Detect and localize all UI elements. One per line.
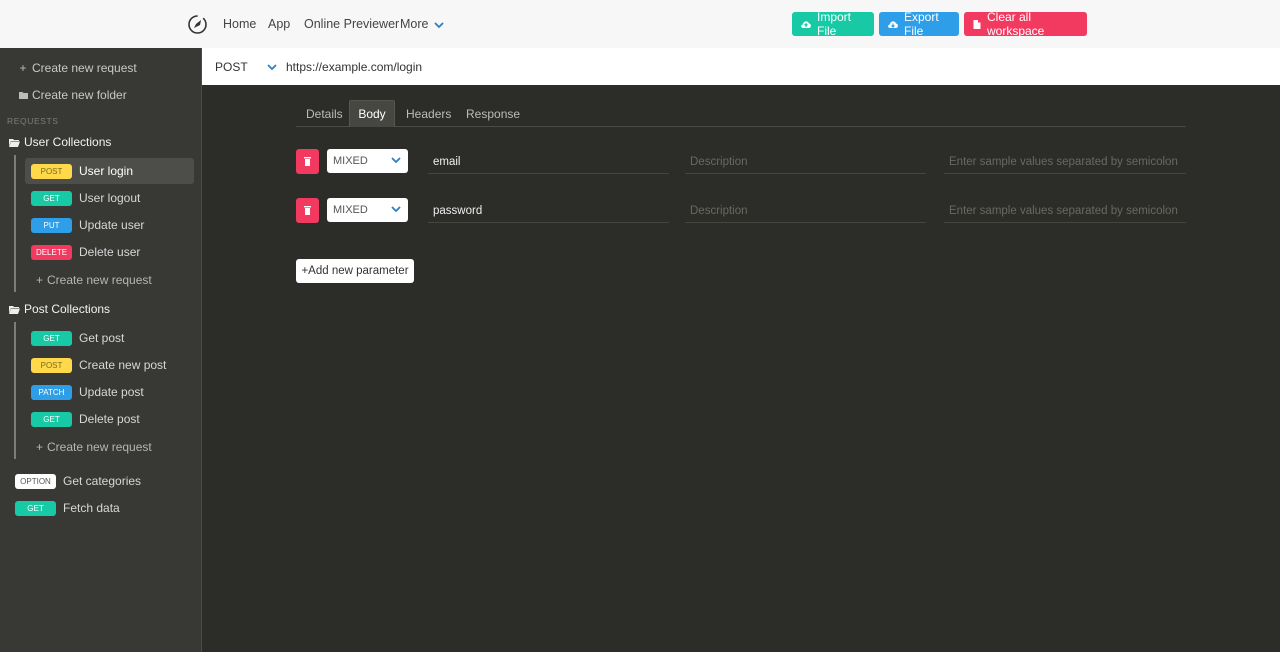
url-input[interactable] [286,57,1186,77]
cloud-download-icon [887,19,899,29]
collection-title: User Collections [24,135,111,149]
request-tabs: Details Body Headers Response [296,100,1186,127]
method-badge: GET [31,331,72,346]
trash-icon [304,203,311,218]
request-item-get-post[interactable]: GET Get post [25,325,194,351]
collection-create-request-label: Create new request [47,440,152,454]
request-item-update-user[interactable]: PUT Update user [25,212,194,238]
method-badge: PATCH [31,385,72,400]
method-badge: OPTION [15,474,56,489]
tab-response[interactable]: Response [466,100,520,127]
param-sample-values-field[interactable]: Enter sample values separated by semicol… [944,150,1186,174]
request-item-fetch-data[interactable]: GET Fetch data [15,499,120,517]
method-select[interactable]: POST [215,58,277,76]
nav-app-link[interactable]: App [268,17,290,31]
collection-tree-line [14,155,16,292]
param-name-field[interactable]: password [428,199,669,223]
param-type-select[interactable]: MIXED [327,149,408,173]
collection-user[interactable]: User Collections [9,135,111,149]
nav-online-previewer-link[interactable]: Online Previewer [304,17,399,31]
clear-workspace-label: Clear all workspace [987,10,1079,38]
request-item-update-post[interactable]: PATCH Update post [25,379,194,405]
request-item-get-categories[interactable]: OPTION Get categories [15,472,141,490]
chevron-down-icon [391,155,401,167]
method-badge: POST [31,358,72,373]
import-file-button[interactable]: Import File [792,12,874,36]
method-badge: POST [31,164,72,179]
request-name: Delete post [79,412,140,426]
main-panel: Details Body Headers Response MIXED emai… [202,85,1280,652]
tab-details[interactable]: Details [306,100,343,127]
sidebar: + Create new request Create new folder R… [0,48,202,652]
method-select-value: POST [215,60,248,74]
plus-icon: + [19,61,27,75]
collection-tree-line [14,322,16,459]
add-parameter-button[interactable]: +Add new parameter [296,259,414,283]
request-item-delete-post[interactable]: GET Delete post [25,406,194,432]
request-item-delete-user[interactable]: DELETE Delete user [25,239,194,265]
request-item-create-post[interactable]: POST Create new post [25,352,194,378]
folder-open-icon [9,138,20,147]
request-name: Get post [79,331,124,345]
request-name: Fetch data [63,501,120,515]
nav-more-label: More [400,17,428,31]
folder-plus-icon [19,88,27,102]
method-badge: GET [31,412,72,427]
tab-body[interactable]: Body [349,100,395,127]
request-name: User login [79,164,133,178]
param-type-select[interactable]: MIXED [327,198,408,222]
param-description-field[interactable]: Description [685,150,926,174]
collection-title: Post Collections [24,302,110,316]
collection-create-request[interactable]: + Create new request [36,273,152,287]
request-name: Delete user [79,245,140,259]
sidebar-create-request[interactable]: + Create new request [19,61,137,75]
import-file-label: Import File [817,10,866,38]
request-name: Get categories [63,474,141,488]
method-badge: GET [15,501,56,516]
requests-section-label: REQUESTS [7,116,59,126]
trash-icon [304,154,311,169]
plus-icon: + [36,440,43,454]
top-navbar: Home App Online Previewer More Import Fi… [0,0,1280,48]
delete-param-button[interactable] [296,149,319,174]
request-url-bar: POST [202,48,1280,85]
param-name-field[interactable]: email [428,150,669,174]
cloud-upload-icon [800,19,812,29]
sidebar-create-folder-label: Create new folder [32,88,127,102]
request-name: Update post [79,385,144,399]
chevron-down-icon [391,204,401,216]
folder-open-icon [9,305,20,314]
nav-home-link[interactable]: Home [223,17,256,31]
request-name: User logout [79,191,140,205]
request-name: Create new post [79,358,166,372]
clear-workspace-button[interactable]: Clear all workspace [964,12,1087,36]
method-badge: PUT [31,218,72,233]
plus-icon: + [36,273,43,287]
param-type-value: MIXED [333,155,368,167]
method-badge: GET [31,191,72,206]
chevron-down-icon [434,18,444,32]
method-badge: DELETE [31,245,72,260]
chevron-down-icon [267,60,277,74]
param-type-value: MIXED [333,204,368,216]
sidebar-create-request-label: Create new request [32,61,137,75]
delete-param-button[interactable] [296,198,319,223]
request-name: Update user [79,218,144,232]
rocket-logo-icon[interactable] [187,14,208,35]
param-sample-values-field[interactable]: Enter sample values separated by semicol… [944,199,1186,223]
collection-post[interactable]: Post Collections [9,302,110,316]
sidebar-create-folder[interactable]: Create new folder [19,88,127,102]
nav-more-dropdown[interactable]: More [400,17,444,32]
export-file-label: Export File [904,10,951,38]
export-file-button[interactable]: Export File [879,12,959,36]
body-param-row: MIXED password Description Enter sample … [296,195,1186,223]
collection-create-request[interactable]: + Create new request [36,440,152,454]
collection-create-request-label: Create new request [47,273,152,287]
body-param-row: MIXED email Description Enter sample val… [296,146,1186,174]
param-description-field[interactable]: Description [685,199,926,223]
request-item-user-login[interactable]: POST User login [25,158,194,184]
request-item-user-logout[interactable]: GET User logout [25,185,194,211]
tab-headers[interactable]: Headers [406,100,451,127]
document-clear-icon [972,19,982,30]
